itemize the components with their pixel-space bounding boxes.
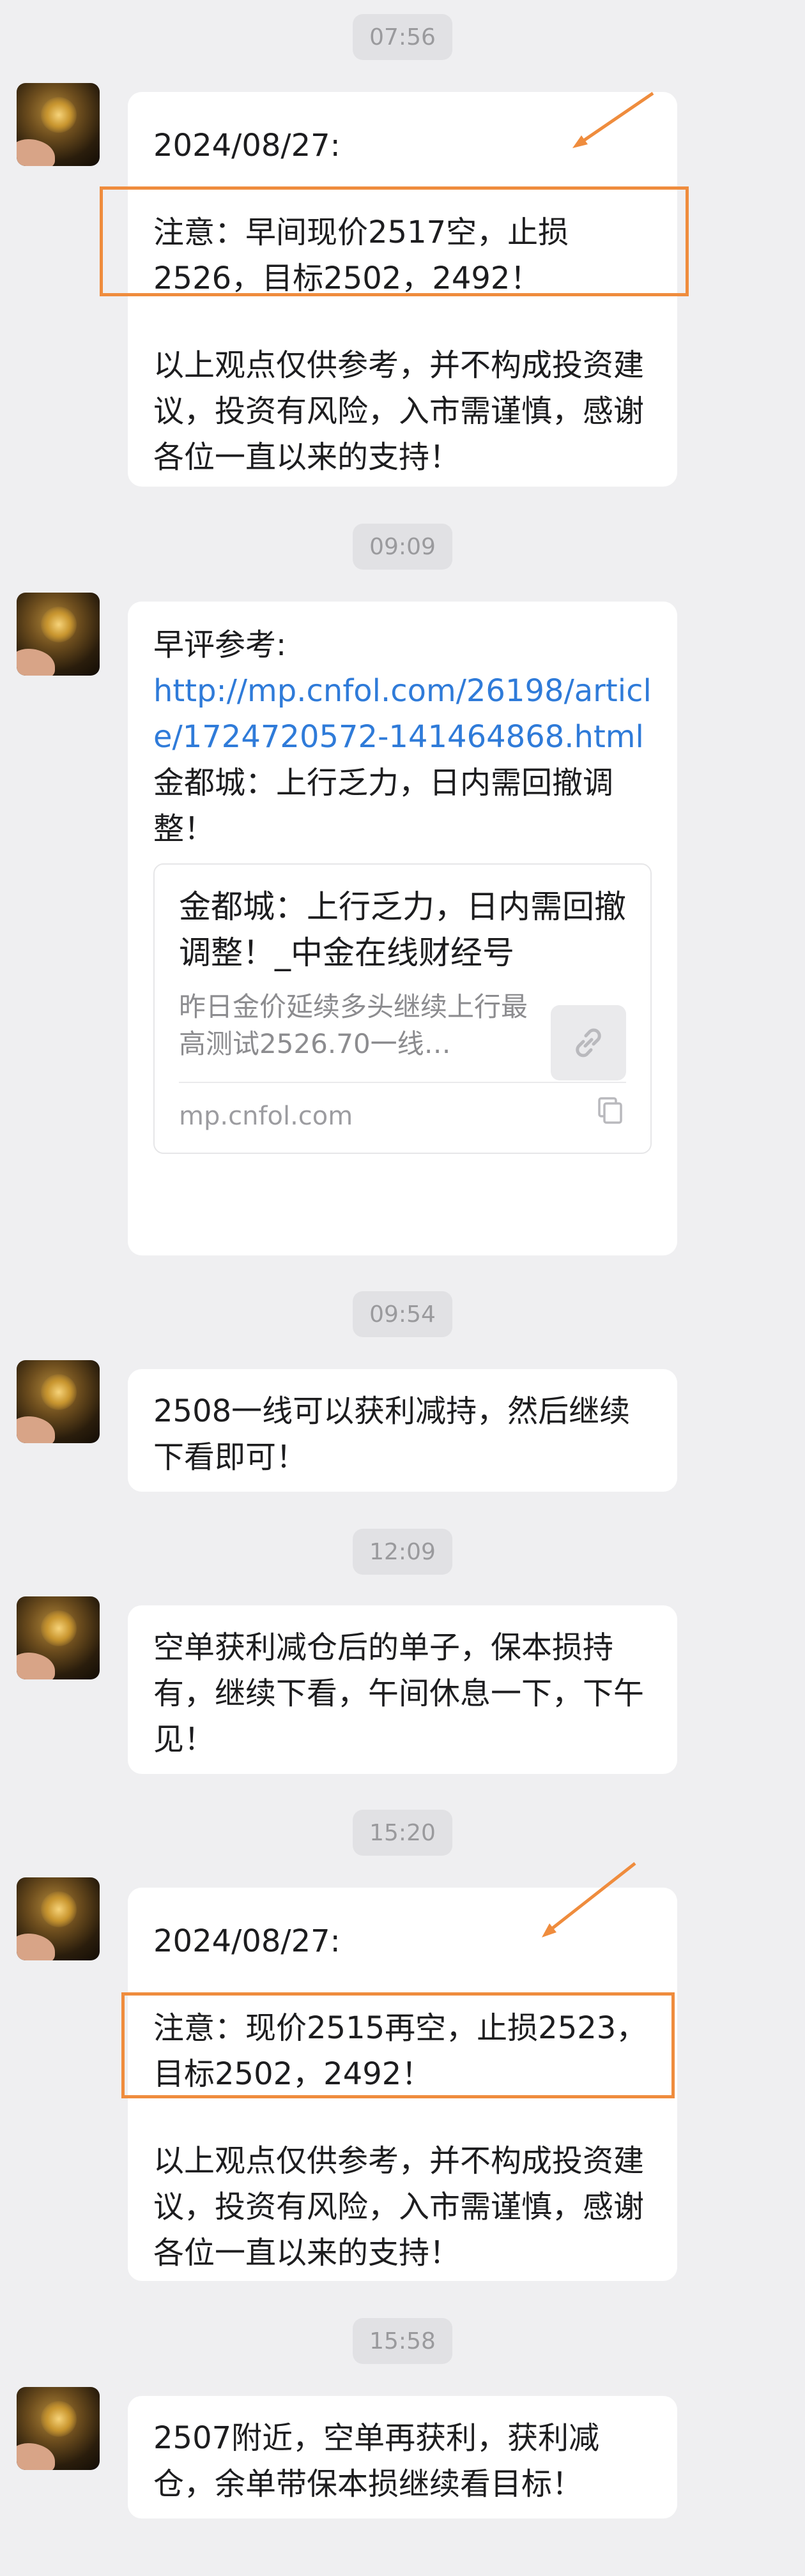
message-disclaimer: 以上观点仅供参考，并不构成投资建议，投资有风险，入市需谨慎，感谢各位一直以来的支… (153, 2143, 645, 2271)
message-bubble[interactable]: 空单获利减仓后的单子，保本损持有，继续下看，午间休息一下，下午见！ (128, 1605, 677, 1774)
card-description: 昨日金价延续多头继续上行最高测试2526.70一线… (179, 991, 528, 1059)
avatar[interactable] (17, 1596, 100, 1679)
timestamp: 15:58 (353, 2318, 452, 2364)
link-preview-card[interactable]: 金都城：上行乏力，日内需回撤调整！_中金在线财经号 昨日金价延续多头继续上行最高… (153, 863, 652, 1154)
copy-icon[interactable] (594, 1095, 626, 1137)
highlight-box (100, 186, 689, 296)
avatar[interactable] (17, 83, 100, 166)
avatar[interactable] (17, 1877, 100, 1960)
highlight-box (121, 1992, 675, 2098)
message-text: 2507附近，空单再获利，获利减仓，余单带保本损继续看目标！ (153, 2420, 600, 2502)
message-disclaimer: 以上观点仅供参考，并不构成投资建议，投资有风险，入市需谨慎，感谢各位一直以来的支… (153, 347, 645, 475)
link-icon (551, 1005, 626, 1080)
avatar[interactable] (17, 2387, 100, 2470)
message-intro: 早评参考: (153, 627, 287, 663)
card-footer: mp.cnfol.com (179, 1082, 626, 1137)
timestamp: 15:20 (353, 1810, 452, 1856)
article-link[interactable]: http://mp.cnfol.com/26198/article/172472… (153, 668, 652, 760)
message-bubble[interactable]: 2508一线可以获利减持，然后继续下看即可！ (128, 1369, 677, 1492)
timestamp: 12:09 (353, 1529, 452, 1575)
card-title: 金都城：上行乏力，日内需回撤调整！_中金在线财经号 (179, 888, 626, 971)
message-text: 金都城：上行乏力，日内需回撤调整！ (153, 765, 614, 847)
arrow-icon (572, 91, 654, 148)
timestamp: 07:56 (353, 14, 452, 60)
message-text: 2508一线可以获利减持，然后继续下看即可！ (153, 1393, 631, 1475)
message-bubble[interactable]: 早评参考: http://mp.cnfol.com/26198/article/… (128, 602, 677, 1255)
avatar[interactable] (17, 593, 100, 676)
timestamp: 09:09 (353, 524, 452, 570)
message-bubble[interactable]: 2507附近，空单再获利，获利减仓，余单带保本损继续看目标！ (128, 2396, 677, 2519)
avatar[interactable] (17, 1360, 100, 1443)
timestamp: 09:54 (353, 1291, 452, 1337)
arrow-icon (542, 1862, 636, 1937)
card-site: mp.cnfol.com (179, 1101, 353, 1131)
message-text: 空单获利减仓后的单子，保本损持有，继续下看，午间休息一下，下午见！ (153, 1630, 645, 1757)
